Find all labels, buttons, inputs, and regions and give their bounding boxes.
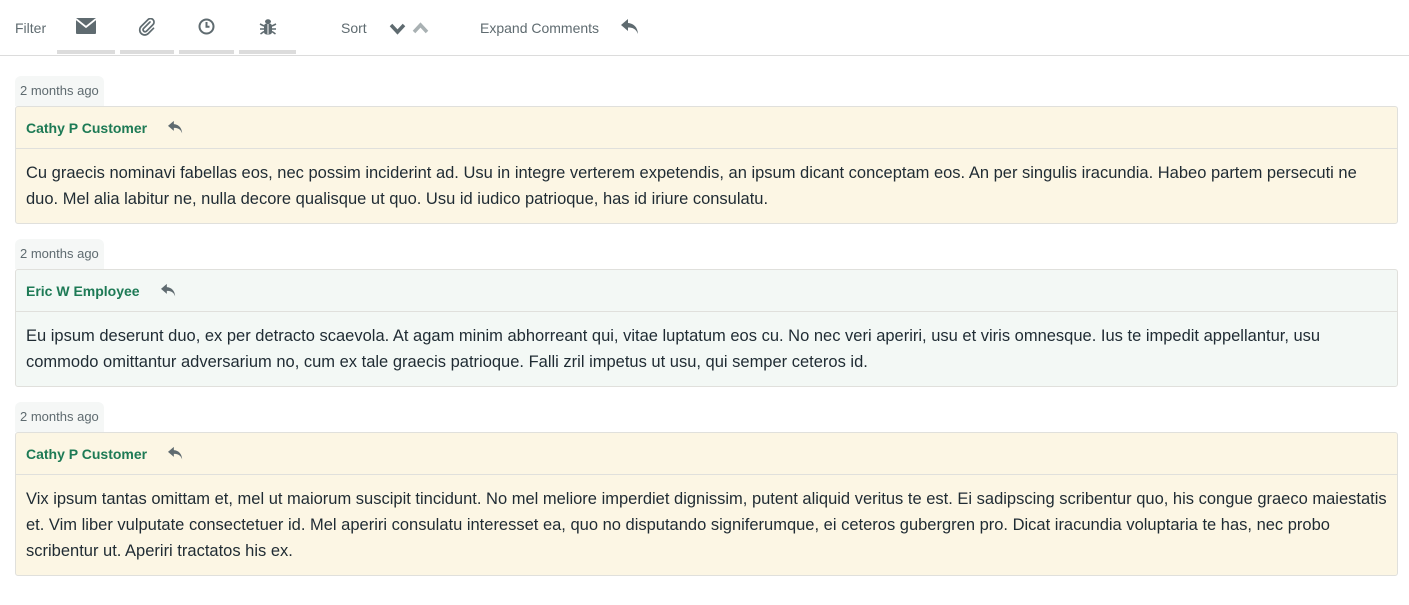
filter-bugs-indicator [239, 50, 296, 54]
comment-author[interactable]: Eric W Employee [26, 283, 140, 299]
comment-timestamp: 2 months ago [15, 402, 104, 432]
comment-body: Cu graecis nominavi fabellas eos, nec po… [26, 164, 1357, 208]
comment-body: Vix ipsum tantas omittam et, mel ut maio… [26, 490, 1387, 560]
filter-attachments-indicator [120, 50, 174, 54]
comment-item: 2 months ago Cathy P Customer Vix ipsum … [15, 402, 1398, 576]
chevron-up-icon[interactable] [412, 21, 429, 39]
chevron-down-icon[interactable] [389, 22, 406, 40]
sort-label: Sort [341, 20, 367, 36]
comment-body: Eu ipsum deserunt duo, ex per detracto s… [26, 327, 1321, 371]
filter-email-button[interactable] [57, 10, 115, 54]
comment-header: Eric W Employee [16, 270, 1397, 312]
filter-time-indicator [179, 50, 234, 54]
comment-card: Eric W Employee Eu ipsum deserunt duo, e… [15, 269, 1398, 387]
reply-icon[interactable] [167, 446, 184, 461]
envelope-icon [75, 10, 97, 39]
comment-item: 2 months ago Eric W Employee Eu ipsum de… [15, 239, 1398, 387]
filter-label: Filter [15, 20, 47, 36]
comment-timestamp: 2 months ago [15, 76, 104, 106]
expand-comments-button[interactable]: Expand Comments [480, 20, 599, 36]
comment-item: 2 months ago Cathy P Customer Cu graecis… [15, 76, 1398, 224]
comments-toolbar: Filter Sort Expand Comments [0, 0, 1409, 56]
comment-card: Cathy P Customer Cu graecis nominavi fab… [15, 106, 1398, 224]
comment-card: Cathy P Customer Vix ipsum tantas omitta… [15, 432, 1398, 576]
comment-list: 2 months ago Cathy P Customer Cu graecis… [15, 76, 1398, 591]
filter-bugs-button[interactable] [239, 10, 296, 54]
comment-header: Cathy P Customer [16, 433, 1397, 475]
comment-author[interactable]: Cathy P Customer [26, 120, 147, 136]
reply-icon[interactable] [620, 18, 640, 41]
filter-time-button[interactable] [179, 10, 234, 54]
comment-timestamp: 2 months ago [15, 239, 104, 269]
clock-icon [198, 10, 215, 40]
reply-icon[interactable] [167, 120, 184, 135]
comment-author[interactable]: Cathy P Customer [26, 446, 147, 462]
filter-email-indicator [57, 50, 115, 54]
filter-attachments-button[interactable] [120, 10, 174, 54]
bug-icon [259, 10, 277, 41]
reply-icon[interactable] [160, 283, 177, 298]
paperclip-icon [138, 10, 156, 41]
comment-header: Cathy P Customer [16, 107, 1397, 149]
